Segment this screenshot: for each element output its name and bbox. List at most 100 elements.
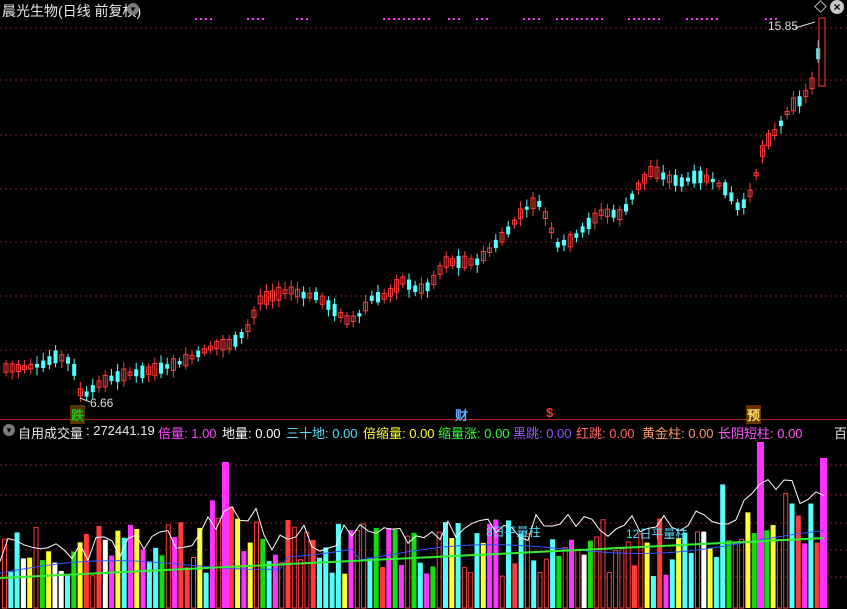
volume-bar [713,556,719,608]
volume-bar [405,535,411,609]
volume-bar [707,547,713,608]
volume-bar [808,503,814,608]
volume-bar [109,555,115,608]
candle [729,192,734,202]
candle [134,369,139,377]
signal-dot [653,18,655,20]
volume-bar [524,533,530,609]
candle [723,182,728,196]
signal-dot [691,18,693,20]
volume-bar [480,542,486,608]
volume-bar [146,561,152,608]
candle [35,363,39,368]
signal-dot [643,18,645,20]
candle [72,363,77,376]
indicator-item: 黑跳: 0.00 [513,426,572,441]
volume-bar [745,512,751,608]
signal-dot [252,18,254,20]
volume-bar [52,562,58,608]
volume-bar [291,526,297,609]
candle [741,199,746,208]
candle [710,178,715,183]
candle [686,177,690,182]
close-icon[interactable]: × [830,0,844,14]
collapse-icon[interactable]: ▾ [127,3,139,15]
signal-dot [686,18,688,20]
signal-dot [696,18,698,20]
volume-bar [424,573,430,608]
indicator-item: 倍量: 1.00 [158,426,217,441]
signal-dot [408,18,410,20]
volume-bar [342,573,348,608]
signal-dot [556,18,558,20]
candle [413,285,418,293]
signal-dot [581,18,583,20]
candle [679,177,684,187]
indicator-item: 三十地: 0.00 [286,426,358,441]
volume-bar [757,442,764,608]
candlestick-panel[interactable] [0,0,847,609]
volume-bar [562,547,568,609]
volume-bar [669,559,675,608]
volume-bar [27,557,33,608]
chart-title: 晨光生物(日线 前复权) [2,3,142,19]
signal-dot [711,18,713,20]
candle [90,385,95,393]
signal-dot [486,18,488,20]
signal-dot [481,18,483,20]
volume-bar [134,529,140,608]
volume-bar [46,551,52,608]
candle [816,48,821,60]
volume-bar [638,533,644,609]
signal-dot [205,18,207,20]
volume-bar [820,458,827,608]
candle [66,357,70,364]
signal-dot [383,18,385,20]
stock-chart[interactable]: 晨光生物(日线 前复权) ▾ × 15.85 6.66 跌 财 $ 预 ▾ 自用… [0,0,847,609]
candle [574,233,579,238]
volume-bar [443,522,448,608]
candle [407,279,411,290]
signal-dot [398,18,400,20]
indicator-value: : 272441.19 [86,423,155,438]
candle [692,170,697,184]
volume-bar [298,559,304,609]
candle [53,350,58,364]
candle [357,313,362,317]
signal-dot [262,18,264,20]
volume-bar [613,550,619,609]
candle [555,242,560,248]
candle [332,304,337,317]
volume-bar [65,575,70,608]
candle [475,258,480,266]
volume-bar [184,567,190,608]
indicator-item: 长阴短柱: 0.00 [718,426,803,441]
volume-bar [228,506,234,608]
volume-bar [58,570,64,608]
volume-bar [436,531,442,609]
volume-bar [33,526,39,609]
volume-bar [20,558,26,608]
indicator-item: 倍缩量: 0.00 [363,426,435,441]
candle [698,170,703,184]
volume-bar [468,572,474,609]
candle [115,371,120,382]
indicator-item: 地量: 0.00 [222,426,281,441]
candle [611,209,616,218]
candle [140,365,145,379]
signal-dot [423,18,425,20]
volume-bar [625,541,631,609]
volume-bar [650,576,656,608]
candle [47,356,52,365]
candle [797,96,802,107]
signal-dot [523,18,525,20]
volume-bar [461,566,467,609]
candle [630,193,635,200]
indicator-collapse-icon[interactable]: ▾ [3,424,15,436]
ma8-label: 8日平量柱 [486,525,541,539]
candle [493,239,498,249]
candle [196,350,201,358]
signal-dot [393,18,395,20]
indicator-name[interactable]: 自用成交量 [18,423,83,442]
volume-bar [581,554,587,608]
